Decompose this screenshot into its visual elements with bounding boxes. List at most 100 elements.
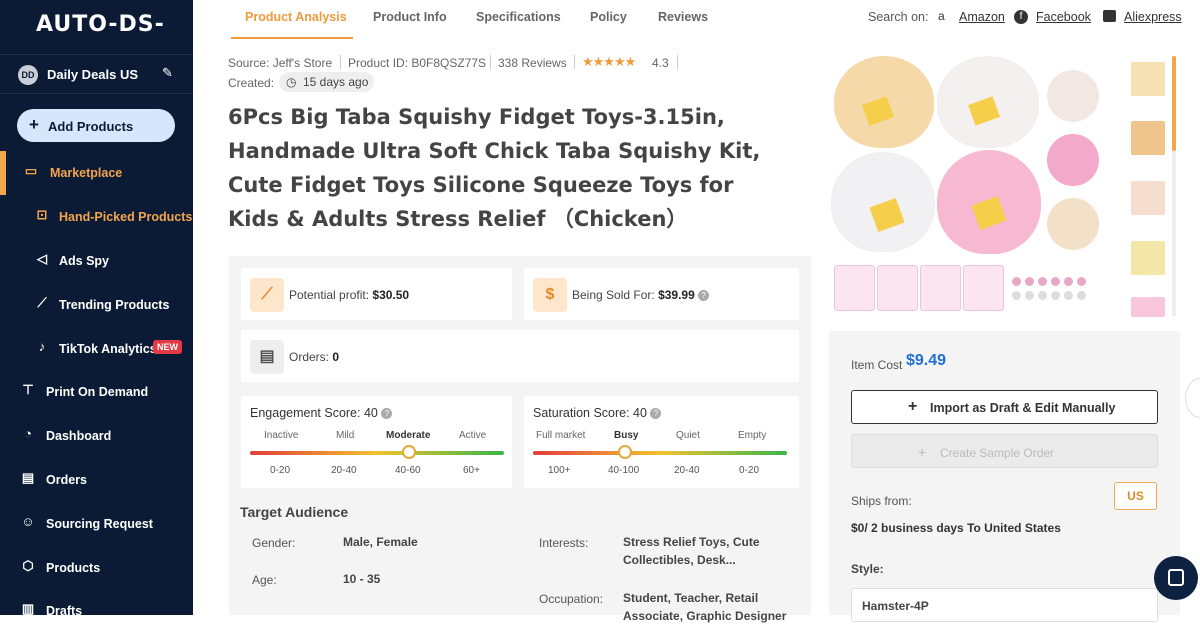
dollar-icon: $ — [533, 278, 567, 312]
occupation-value: Student, Teacher, Retail Associate, Grap… — [623, 591, 787, 623]
amazon-link[interactable]: Amazon — [959, 10, 1005, 24]
help-icon[interactable]: ? — [698, 290, 710, 301]
chat-widget-button[interactable] — [1154, 556, 1198, 600]
sidebar-item-drafts[interactable]: ▥ Drafts — [0, 593, 193, 615]
saturation-score-card: Saturation Score: 40 ? Full market Busy … — [524, 396, 799, 488]
clock-icon: ◷ — [286, 75, 297, 89]
tab-policy[interactable]: Policy — [590, 10, 627, 24]
product-id: Product ID: B0F8QSZ77S — [348, 56, 487, 70]
style-value: Hamster-4P — [862, 599, 929, 613]
sidebar: AUTO-DS- DD Daily Deals US ✎ + Add Produ… — [0, 0, 193, 615]
tab-product-info[interactable]: Product Info — [373, 10, 447, 24]
package-thumbnail[interactable] — [877, 265, 918, 311]
sidebar-item-orders[interactable]: ▤ Orders — [0, 462, 193, 498]
sidebar-item-ads-spy[interactable]: ◁ Ads Spy — [0, 243, 193, 279]
active-tab-underline — [231, 37, 353, 39]
orders-value: 0 — [332, 350, 340, 364]
tiktok-icon: ♪ — [38, 339, 46, 354]
thumbnail-scrollbar-thumb[interactable] — [1172, 56, 1176, 151]
ships-from-label: Ships from: — [851, 494, 912, 508]
engagement-range: 40-60 — [395, 465, 421, 476]
color-dot — [1038, 277, 1047, 286]
create-sample-order-button[interactable]: + Create Sample Order — [851, 434, 1158, 468]
add-products-button[interactable]: + Add Products — [17, 109, 175, 142]
review-count: 338 Reviews — [498, 56, 567, 70]
ships-from-country-button[interactable]: US — [1114, 482, 1157, 510]
help-icon[interactable]: ? — [381, 408, 393, 419]
engagement-range: 0-20 — [270, 465, 291, 476]
image-thumbnail[interactable] — [1131, 62, 1165, 96]
rating-stars-icon: ★★★★★ — [582, 54, 636, 69]
store-selector[interactable]: DD Daily Deals US ✎ — [0, 54, 193, 94]
package-thumbnail[interactable] — [834, 265, 875, 311]
gauge-icon: ◔ — [24, 426, 32, 441]
image-thumbnail[interactable] — [1131, 297, 1165, 317]
import-draft-label: Import as Draft & Edit Manually — [930, 401, 1116, 415]
purchase-panel: Item Cost $9.49 + Import as Draft & Edit … — [829, 331, 1180, 622]
sidebar-item-marketplace[interactable]: ▭ Marketplace — [0, 155, 193, 191]
hand-picked-icon: ⊡ — [36, 207, 48, 222]
potential-profit-text: Potential profit: $30.50 — [289, 288, 409, 302]
trending-icon: ⟋ — [37, 295, 47, 310]
color-dot — [1038, 291, 1047, 300]
sidebar-item-label: Marketplace — [50, 166, 123, 180]
aliexpress-icon — [1103, 10, 1116, 22]
image-thumbnail[interactable] — [1131, 121, 1165, 155]
being-sold-card: $ Being Sold For: $39.99 ? — [524, 268, 799, 320]
image-thumbnail[interactable] — [1131, 241, 1165, 275]
saturation-range: 40-100 — [608, 465, 640, 476]
divider — [677, 55, 678, 69]
chart-icon: ⟋ — [250, 278, 284, 312]
gender-label: Gender: — [252, 536, 296, 550]
chat-icon — [1168, 569, 1184, 586]
side-arrow-button[interactable] — [1185, 378, 1200, 418]
import-draft-button[interactable]: + Import as Draft & Edit Manually — [851, 390, 1158, 424]
package-thumbnail[interactable] — [963, 265, 1004, 311]
facebook-icon: f — [1014, 10, 1028, 24]
engagement-knob — [402, 445, 416, 459]
age-label: Age: — [252, 573, 277, 587]
created-value: 15 days ago — [303, 75, 369, 89]
facebook-link[interactable]: Facebook — [1036, 10, 1091, 24]
sidebar-item-label: Print On Demand — [46, 385, 149, 399]
autods-logo[interactable]: AUTO-DS- — [36, 12, 165, 37]
saturation-range: 0-20 — [739, 465, 760, 476]
sidebar-item-dashboard[interactable]: ◔ Dashboard — [0, 418, 193, 454]
engagement-label: Active — [459, 430, 487, 441]
store-avatar: DD — [18, 65, 38, 85]
sidebar-item-hand-picked[interactable]: ⊡ Hand-Picked Products — [0, 199, 193, 235]
sidebar-item-trending[interactable]: ⟋ Trending Products — [0, 287, 193, 323]
sidebar-item-label: Trending Products — [59, 298, 170, 312]
sidebar-item-products[interactable]: ⬡ Products — [0, 550, 193, 586]
image-thumbnail[interactable] — [1131, 181, 1165, 215]
edit-pencil-icon[interactable]: ✎ — [162, 65, 173, 81]
style-select[interactable]: Hamster-4P — [851, 588, 1158, 622]
saturation-label: Empty — [738, 430, 767, 441]
potential-profit-value: $30.50 — [372, 288, 410, 302]
created-chip: ◷ 15 days ago — [279, 72, 374, 92]
interests-value: Stress Relief Toys, Cute Collectibles, D… — [623, 535, 760, 567]
target-audience-title: Target Audience — [240, 504, 349, 520]
color-dot — [1077, 291, 1086, 300]
sidebar-item-label: Dashboard — [46, 429, 112, 443]
orders-card: ▤ Orders: 0 — [241, 330, 799, 382]
main-content: Product Analysis Product Info Specificat… — [193, 0, 1200, 623]
package-thumbnail[interactable] — [920, 265, 961, 311]
add-products-label: Add Products — [48, 119, 134, 134]
rating-value: 4.3 — [652, 56, 669, 70]
product-main-image[interactable] — [829, 52, 1099, 262]
gender-value: Male, Female — [343, 535, 418, 549]
aliexpress-link[interactable]: Aliexpress — [1124, 10, 1182, 24]
sidebar-item-sourcing[interactable]: ☺ Sourcing Request — [0, 506, 193, 542]
saturation-range: 100+ — [548, 465, 571, 476]
tab-specifications[interactable]: Specifications — [476, 10, 561, 24]
store-icon: ▭ — [24, 163, 38, 178]
orders-label: Orders: — [289, 350, 330, 364]
help-icon[interactable]: ? — [650, 408, 662, 419]
tab-product-analysis[interactable]: Product Analysis — [245, 10, 347, 24]
engagement-label-selected: Moderate — [386, 430, 431, 441]
orders-text: Orders: 0 — [289, 350, 339, 364]
sidebar-item-print-on-demand[interactable]: ⊤ Print On Demand — [0, 374, 193, 410]
tab-reviews[interactable]: Reviews — [658, 10, 708, 24]
item-cost-label: Item Cost — [851, 358, 903, 372]
